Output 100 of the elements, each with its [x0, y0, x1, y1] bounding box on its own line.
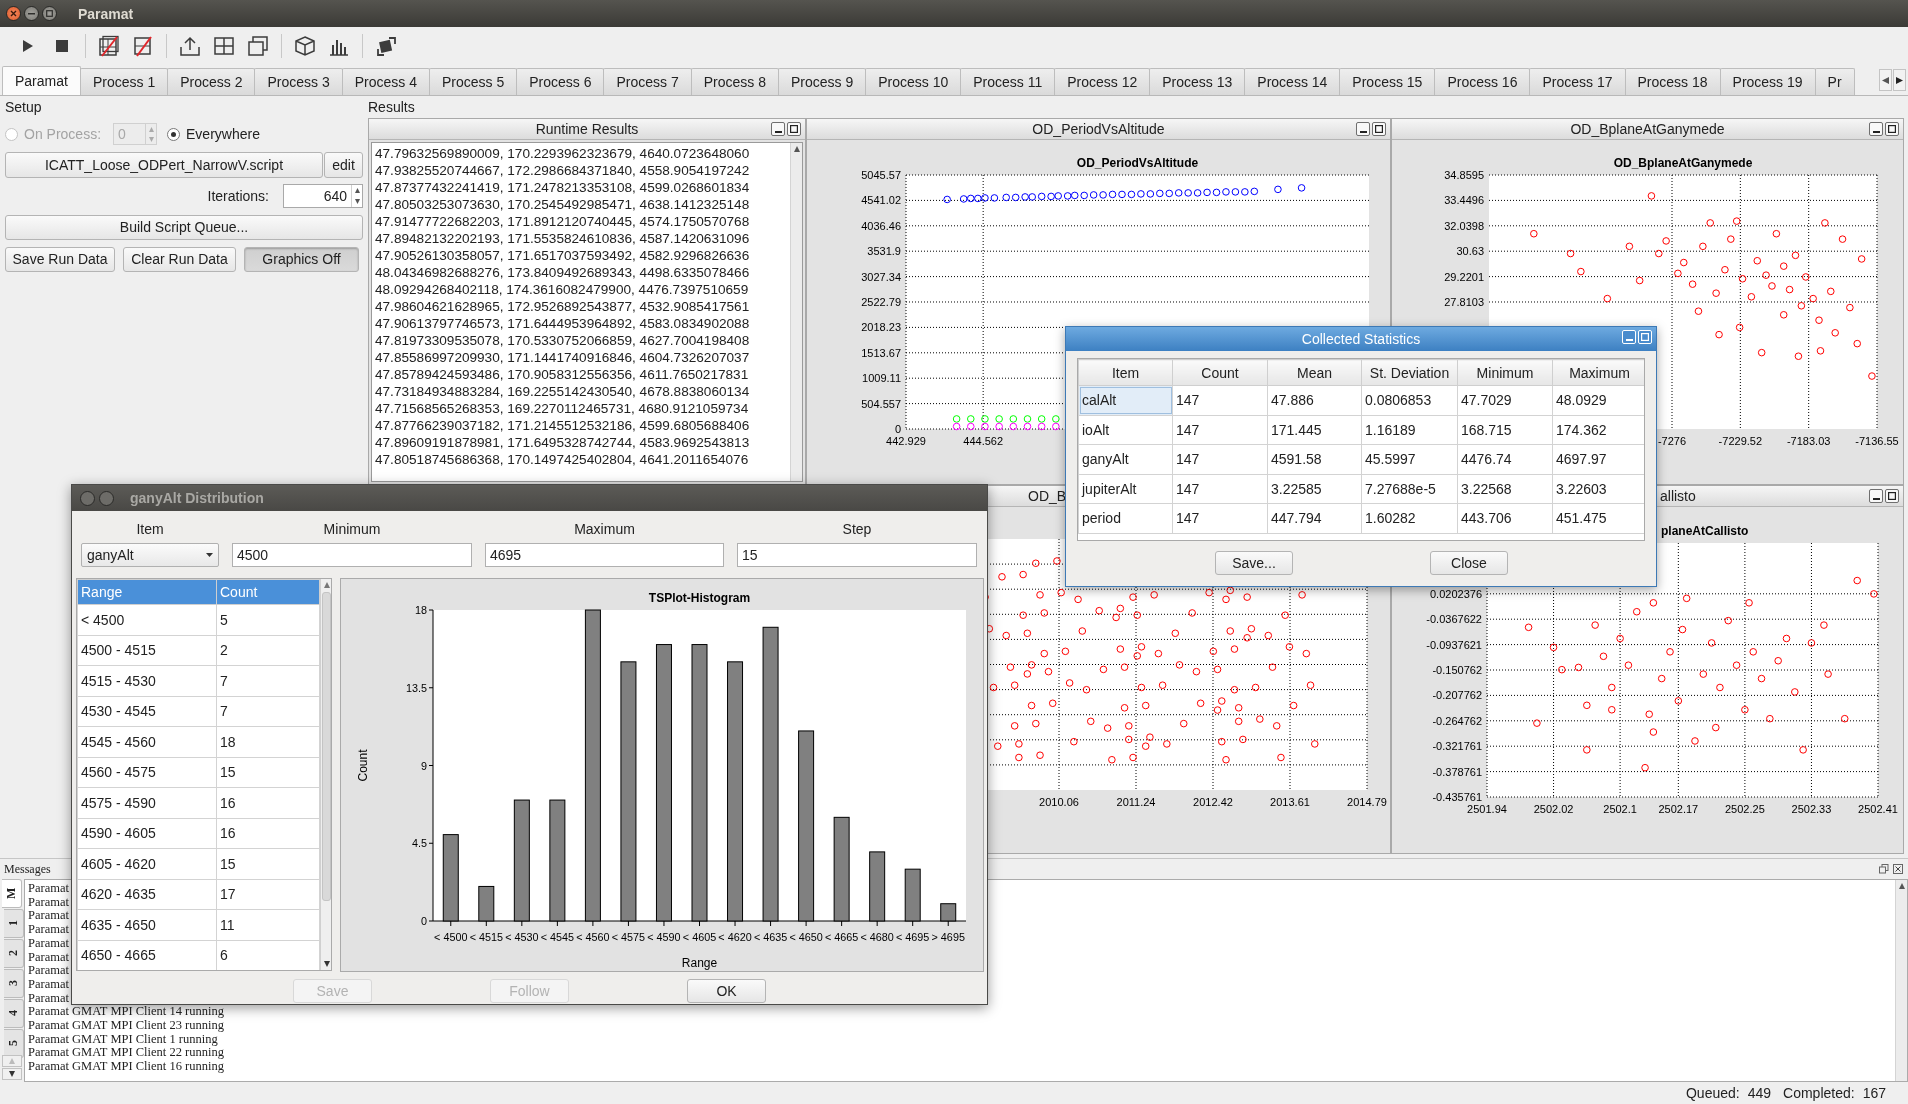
table-cell: < 4500: [77, 604, 217, 635]
tab[interactable]: Process 13: [1149, 68, 1246, 95]
tab[interactable]: Process 5: [428, 68, 518, 95]
panel-title: Runtime Results: [535, 121, 639, 137]
dialog-button[interactable]: OK: [687, 979, 766, 1003]
panel-title: OD_PeriodVsAltitude: [1032, 121, 1165, 137]
message-line: Paramat: [28, 909, 69, 924]
tick-label: 0: [894, 423, 901, 435]
dialog-title: ganyAlt Distribution: [130, 490, 264, 506]
table-cell: 147: [1172, 444, 1268, 474]
tick-label: -0.435761: [1432, 791, 1482, 803]
column-header[interactable]: Item: [1078, 359, 1173, 386]
tick-label: -0.0937621: [1426, 638, 1482, 651]
tick-label: 5045.57: [861, 169, 901, 181]
input-field[interactable]: 4500: [232, 543, 472, 567]
tab[interactable]: Process 2: [167, 68, 256, 95]
tab[interactable]: Process 3: [254, 68, 343, 95]
column-header[interactable]: Count: [1172, 359, 1268, 386]
action-button[interactable]: Clear Run Data: [123, 246, 236, 272]
input-field[interactable]: 15: [737, 543, 977, 567]
result-line: 47.98604621628965, 172.9526892543877, 4532.9085417561: [375, 298, 750, 315]
tab[interactable]: Paramat: [2, 66, 81, 95]
tab[interactable]: Process 7: [603, 68, 692, 95]
result-line: 47.91477722682203, 171.8912120740445, 4574.1750570768: [375, 213, 750, 230]
tab[interactable]: Process 18: [1624, 68, 1721, 95]
table-cell: 17: [216, 879, 320, 910]
window-title: Paramat: [78, 5, 134, 22]
message-line: Paramat: [28, 895, 69, 910]
tick-label: 2502.1: [1603, 803, 1637, 815]
tick-label: 504.557: [861, 397, 901, 410]
tab[interactable]: 4: [4, 999, 24, 1028]
dialog-button[interactable]: Close: [1430, 551, 1508, 575]
tab[interactable]: Process 14: [1244, 68, 1341, 95]
message-line: Paramat: [28, 936, 69, 951]
column-header[interactable]: Maximum: [1552, 359, 1644, 386]
tick-label: < 4665: [824, 931, 859, 943]
edit-button[interactable]: edit: [324, 152, 363, 178]
tab[interactable]: 2: [4, 939, 24, 968]
tick-label: -0.321761: [1432, 740, 1482, 753]
spin-box[interactable]: 640: [283, 184, 363, 208]
tick-label: 32.0398: [1444, 219, 1484, 232]
tab[interactable]: Process 15: [1339, 68, 1436, 95]
tab[interactable]: Process 6: [516, 68, 605, 95]
message-line: Paramat GMAT MPI Client 23 running: [28, 1019, 224, 1033]
table-cell: 16: [216, 787, 320, 818]
tab[interactable]: Process 1: [79, 68, 169, 95]
table-cell: 4650 - 4665: [77, 940, 217, 970]
tab[interactable]: Process 10: [865, 68, 962, 95]
tick-label: 4541.02: [861, 194, 901, 207]
tick-label: < 4515: [469, 931, 503, 943]
table-cell: 171.445: [1267, 415, 1362, 445]
tick-label: 2502.33: [1791, 803, 1832, 815]
status-value: 167: [1862, 1085, 1886, 1101]
input-field[interactable]: 4695: [485, 543, 724, 567]
table-cell: 47.7029: [1457, 385, 1553, 415]
tick-label: < 4650: [789, 931, 823, 943]
table-cell: 4605 - 4620: [77, 848, 217, 879]
table-cell: 0.0806853: [1361, 385, 1458, 415]
column-header[interactable]: Mean: [1267, 359, 1362, 386]
tab[interactable]: Process 8: [690, 68, 779, 95]
dialog-button[interactable]: Save...: [1215, 551, 1293, 575]
tab[interactable]: M: [2, 879, 22, 908]
table-cell: 1.60282: [1361, 503, 1458, 533]
tab[interactable]: 1: [4, 909, 24, 938]
tab[interactable]: Process 19: [1719, 68, 1816, 95]
message-line: Paramat: [28, 977, 69, 992]
script-file-button[interactable]: ICATT_Loose_ODPert_NarrowV.script: [5, 152, 323, 178]
column-header[interactable]: St. Deviation: [1361, 359, 1458, 386]
table-cell: 4697.97: [1552, 444, 1644, 474]
field-label: Maximum: [573, 520, 636, 539]
action-button[interactable]: Graphics Off: [244, 246, 359, 272]
result-line: 47.79632569890009, 170.2293962323679, 4640.0723648060: [375, 145, 750, 162]
tick-label: < 4680: [860, 931, 894, 943]
table-cell: 45.5997: [1361, 444, 1458, 474]
result-line: 47.73184934883284, 169.2255142430540, 4678.8838060134: [375, 383, 750, 400]
message-line: Paramat GMAT MPI Client 22 running: [28, 1046, 224, 1061]
tab[interactable]: Process 4: [341, 68, 430, 95]
table-cell: 4575 - 4590: [77, 787, 217, 818]
result-line: 47.90613797746573, 171.6444953964892, 4583.0834902088: [375, 315, 750, 332]
table-cell: 3.22603: [1552, 474, 1644, 504]
radio-button[interactable]: Everywhere: [167, 126, 260, 142]
tab[interactable]: Process 11: [960, 68, 1056, 95]
table-cell: 168.715: [1457, 415, 1553, 445]
message-line: Paramat: [28, 950, 69, 965]
build-queue-button[interactable]: Build Script Queue...: [5, 214, 363, 240]
tab[interactable]: 3: [4, 969, 24, 998]
action-button[interactable]: Save Run Data: [5, 246, 115, 272]
tab[interactable]: Process 12: [1054, 68, 1151, 95]
tick-label: 4036.46: [861, 219, 901, 232]
tab[interactable]: Pr: [1814, 68, 1855, 95]
tab[interactable]: Process 17: [1529, 68, 1626, 95]
table-cell: 443.706: [1457, 503, 1553, 533]
dropdown[interactable]: ganyAlt: [81, 543, 219, 567]
table-cell: 7: [216, 696, 320, 727]
tick-label: 3531.9: [867, 245, 901, 258]
tab[interactable]: Process 16: [1434, 68, 1531, 95]
column-header[interactable]: Minimum: [1457, 359, 1553, 386]
tab[interactable]: Process 9: [777, 68, 867, 95]
table-cell: period: [1078, 503, 1173, 533]
table-cell: 15: [216, 848, 320, 879]
